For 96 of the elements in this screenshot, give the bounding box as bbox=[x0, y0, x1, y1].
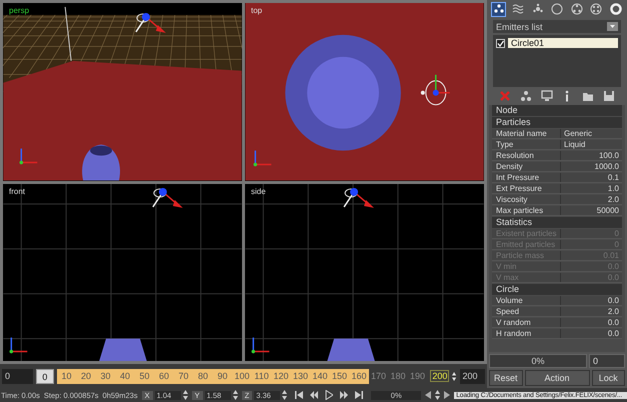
spinner-icon[interactable] bbox=[282, 390, 288, 400]
dropdown-icon[interactable] bbox=[607, 22, 618, 31]
list-header: Emitters list bbox=[496, 22, 543, 32]
property-value[interactable]: 1.0 bbox=[561, 184, 622, 193]
timeline-ruler[interactable]: 10 20 30 40 50 60 70 80 90 100 110 120 130 140 150 160 170 180 190 bbox=[56, 368, 428, 384]
viewport-label: persp bbox=[9, 6, 30, 15]
play-icon[interactable] bbox=[325, 390, 334, 400]
panel-button[interactable]: Lock bbox=[592, 370, 625, 386]
guide-line bbox=[64, 6, 72, 62]
gizmo-drawing bbox=[135, 12, 166, 33]
frame-tick: 110 bbox=[252, 368, 272, 384]
property-value[interactable]: Liquid bbox=[561, 140, 622, 149]
property-value[interactable]: 50000 bbox=[561, 206, 622, 215]
gizmo-drawing bbox=[343, 188, 374, 208]
frame-tick: 20 bbox=[76, 368, 96, 384]
property-value[interactable]: 2.0 bbox=[561, 195, 622, 204]
spinner-icon[interactable] bbox=[435, 390, 440, 400]
gizmo-drawing bbox=[420, 74, 450, 106]
axis-icon bbox=[252, 337, 270, 353]
dots-ring-icon[interactable] bbox=[569, 2, 584, 16]
save-icon[interactable] bbox=[602, 90, 615, 102]
first-frame-icon[interactable] bbox=[295, 390, 304, 400]
axis-icon bbox=[10, 337, 28, 353]
spinner-icon[interactable] bbox=[182, 390, 188, 400]
ring-icon[interactable] bbox=[608, 2, 623, 16]
spinner-icon[interactable] bbox=[232, 390, 238, 400]
property-name: Viscosity bbox=[492, 195, 561, 204]
frame-tick: 150 bbox=[330, 368, 350, 384]
folder-icon[interactable] bbox=[582, 90, 594, 102]
viewport-label: top bbox=[251, 6, 262, 15]
panel-button[interactable]: Reset bbox=[489, 370, 522, 386]
property-value[interactable]: 0.0 bbox=[561, 296, 622, 305]
vase-shape bbox=[327, 338, 375, 361]
panel-button[interactable]: Action bbox=[524, 370, 590, 386]
property-name: Material name bbox=[492, 129, 561, 138]
frame-tick: 120 bbox=[271, 368, 291, 384]
frame-tick: 50 bbox=[134, 368, 154, 384]
wave-icon[interactable] bbox=[510, 2, 526, 16]
next-frame-icon[interactable] bbox=[340, 390, 348, 400]
spinner-icon[interactable] bbox=[452, 370, 457, 382]
frame-tick: 60 bbox=[154, 368, 174, 384]
progress-label: 0% bbox=[530, 356, 546, 366]
monitor-icon[interactable] bbox=[540, 90, 553, 102]
property-name: Max particles bbox=[492, 206, 561, 215]
property-value[interactable]: 0.0 bbox=[561, 318, 622, 327]
emitter-icon[interactable] bbox=[491, 2, 506, 16]
vase-shape bbox=[99, 338, 147, 361]
property-value[interactable]: 1000.0 bbox=[561, 162, 622, 171]
viewport-label: front bbox=[9, 186, 26, 196]
property-name: Density bbox=[492, 162, 561, 171]
property-value[interactable]: 0.1 bbox=[561, 173, 622, 182]
property-name: Ext Pressure bbox=[492, 184, 561, 193]
section-header[interactable]: Statistics bbox=[492, 217, 622, 228]
property-name: Speed bbox=[492, 307, 561, 316]
count-field[interactable]: 0 bbox=[589, 354, 625, 368]
frame-tick: 130 bbox=[290, 368, 310, 384]
property-name: V random bbox=[492, 318, 561, 327]
circle-icon[interactable] bbox=[550, 2, 564, 16]
vase-shape bbox=[82, 144, 120, 180]
nodes-icon[interactable] bbox=[520, 90, 532, 102]
section-header[interactable]: Particles bbox=[492, 117, 622, 128]
gizmo-drawing bbox=[152, 188, 183, 208]
frame-tick: 140 bbox=[310, 368, 330, 384]
checkbox[interactable] bbox=[496, 38, 505, 48]
start-frame-field[interactable]: 0 bbox=[2, 368, 34, 384]
frame-tick: 90 bbox=[212, 368, 232, 384]
property-value[interactable]: 100.0 bbox=[561, 151, 622, 160]
viewport-label: side bbox=[251, 186, 266, 196]
property-name: H random bbox=[492, 329, 561, 338]
property-name: Volume bbox=[492, 296, 561, 305]
frame-tick: 30 bbox=[96, 368, 116, 384]
property-name: Type bbox=[492, 140, 561, 149]
frame-tick: 100 bbox=[232, 368, 252, 384]
dots-ring-icon[interactable] bbox=[588, 2, 604, 16]
section-header[interactable]: Node bbox=[492, 105, 622, 116]
next-icon[interactable] bbox=[444, 391, 450, 399]
axis-icon bbox=[20, 148, 38, 164]
list-item[interactable]: Circle01 bbox=[508, 38, 618, 48]
frame-tick: 160 bbox=[349, 368, 369, 384]
axis-icon bbox=[254, 150, 272, 166]
frame-tick: 70 bbox=[174, 368, 194, 384]
frame-tick: 10 bbox=[56, 368, 76, 384]
current-frame-field[interactable]: 0 bbox=[36, 368, 54, 384]
frame-tick: 80 bbox=[193, 368, 213, 384]
last-frame-icon[interactable] bbox=[355, 390, 364, 400]
property-value[interactable]: Generic bbox=[561, 129, 622, 138]
property-name: Resolution bbox=[492, 151, 561, 160]
previous-icon[interactable] bbox=[425, 391, 432, 399]
end-marker[interactable]: 200 bbox=[430, 370, 450, 382]
property-value[interactable]: 2.0 bbox=[561, 307, 622, 316]
section-header[interactable]: Circle bbox=[492, 284, 622, 295]
previous-frame-icon[interactable] bbox=[310, 390, 318, 400]
property-name: Int Pressure bbox=[492, 173, 561, 182]
property-value[interactable]: 0.0 bbox=[561, 329, 622, 338]
end-frame-field[interactable]: 200 bbox=[460, 368, 485, 384]
frame-tick: 40 bbox=[115, 368, 135, 384]
